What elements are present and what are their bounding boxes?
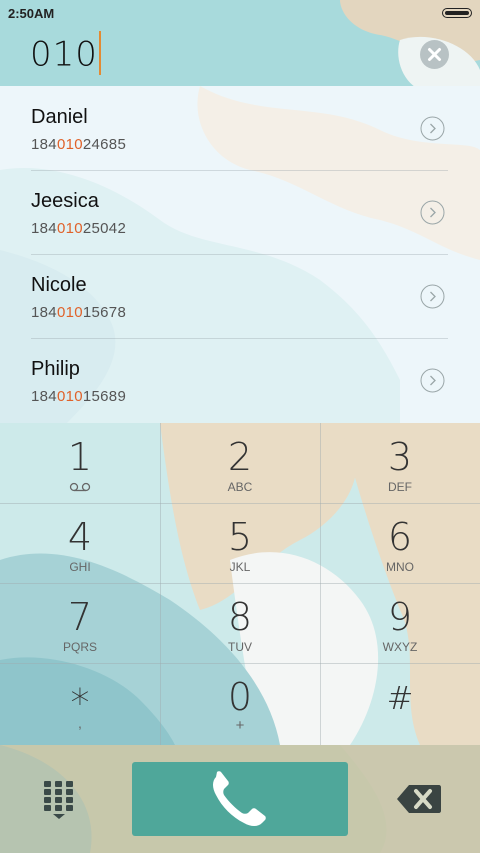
key-digit: 3 (387, 435, 413, 479)
phone-icon (213, 771, 266, 826)
contact-item-philip[interactable]: Philip 18401015689 (0, 338, 480, 422)
matched-digits: 010 (56, 220, 83, 237)
battery-icon (442, 8, 472, 18)
key-letters: MNO (386, 560, 414, 574)
key-digit: 0 (227, 675, 253, 719)
key-letters: JKL (229, 560, 251, 574)
backspace-icon[interactable] (395, 779, 443, 819)
key-letters: ABC (227, 480, 253, 494)
matched-digits: 010 (56, 304, 83, 321)
clear-input-button[interactable] (420, 40, 449, 69)
key-digit: 9 (387, 595, 413, 639)
contact-item-jeesica[interactable]: Jeesica 18401025042 (0, 170, 480, 254)
key-letters: , (78, 715, 82, 731)
contact-item-daniel[interactable]: Daniel 18401024685 (0, 86, 480, 170)
status-time: 2:50AM (8, 6, 55, 21)
status-bar: 2:50AM (0, 0, 480, 28)
key-3[interactable]: 3 DEF (320, 423, 480, 503)
key-letters: GHI (69, 560, 91, 574)
key-digit: 7 (67, 595, 93, 639)
dial-keypad: 1 2 ABC 3 DEF 4 GHI 5 JKL 6 MNO 7 PQRS 8… (0, 423, 480, 745)
bottom-action-bar (0, 745, 480, 853)
contact-item-nicole[interactable]: Nicole 18401015678 (0, 254, 480, 338)
key-8[interactable]: 8 TUV (160, 583, 320, 663)
key-hash[interactable]: # (320, 663, 480, 743)
matched-digits: 010 (56, 388, 83, 405)
contact-name: Jeesica (31, 190, 99, 212)
key-0[interactable]: 0 + (160, 663, 320, 743)
contact-name: Daniel (31, 106, 88, 128)
key-digit: 6 (387, 515, 413, 559)
key-digit: 8 (227, 595, 253, 639)
key-5[interactable]: 5 JKL (160, 503, 320, 583)
key-digit: # (386, 679, 414, 717)
dialpad-icon[interactable] (36, 778, 82, 824)
key-6[interactable]: 6 MNO (320, 503, 480, 583)
chevron-right-circle-icon[interactable] (420, 200, 445, 225)
key-7[interactable]: 7 PQRS (0, 583, 160, 663)
number-input-area[interactable]: 010 (0, 28, 480, 86)
chevron-right-circle-icon[interactable] (420, 284, 445, 309)
key-digit: 2 (227, 435, 253, 479)
matched-digits: 010 (56, 136, 83, 153)
contact-suggestions-list: Daniel 18401024685 Jeesica 18401025042 N… (0, 86, 480, 423)
chevron-right-circle-icon[interactable] (420, 116, 445, 141)
key-9[interactable]: 9 WXYZ (320, 583, 480, 663)
number-input-field[interactable]: 010 (30, 31, 101, 78)
key-letters: + (235, 717, 245, 734)
contact-number: 18401025042 (31, 220, 127, 237)
key-letters: TUV (228, 640, 252, 654)
contact-name: Nicole (31, 274, 87, 296)
clear-circle-icon (428, 48, 441, 61)
key-letters: WXYZ (382, 640, 418, 654)
key-digit: 4 (67, 515, 93, 559)
dialed-number: 010 (30, 34, 98, 75)
contact-number: 18401015678 (31, 304, 127, 321)
contact-number: 18401015689 (31, 388, 127, 405)
key-star[interactable]: * , (0, 663, 160, 743)
voicemail-icon (69, 482, 91, 492)
key-4[interactable]: 4 GHI (0, 503, 160, 583)
contact-number: 18401024685 (31, 136, 127, 153)
chevron-right-circle-icon[interactable] (420, 368, 445, 393)
key-1[interactable]: 1 (0, 423, 160, 503)
contact-name: Philip (31, 358, 80, 380)
call-button[interactable] (132, 762, 348, 836)
key-digit: 1 (67, 435, 93, 479)
key-digit: 5 (227, 515, 253, 559)
key-2[interactable]: 2 ABC (160, 423, 320, 503)
text-cursor (98, 31, 101, 75)
key-letters: DEF (388, 480, 412, 494)
key-letters: PQRS (62, 640, 97, 654)
